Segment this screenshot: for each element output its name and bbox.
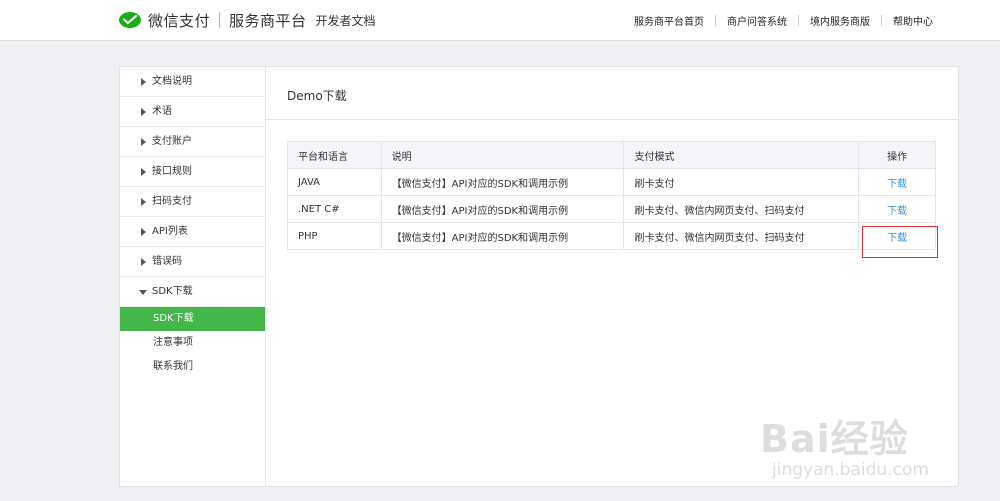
table-row: PHP 【微信支付】API对应的SDK和调用示例 刷卡支付、微信内网页支付、扫码… [287,222,936,250]
cell-platform: .NET C# [287,195,382,223]
sidebar-item-label: 错误码 [152,256,182,267]
sidebar-item-label: API列表 [152,226,188,237]
baidu-watermark: Bai经验 jingyan.baidu.com [760,400,990,495]
page-title: Demo下载 [287,89,347,103]
sidebar-item-doc-intro[interactable]: 文档说明 [120,67,265,97]
sidebar-item-label: SDK下载 [152,286,193,297]
caret-right-icon [141,228,146,236]
table-header-row: 平台和语言 说明 支付模式 操作 [287,141,936,169]
table-row: .NET C# 【微信支付】API对应的SDK和调用示例 刷卡支付、微信内网页支… [287,195,936,223]
nav-qa-link[interactable]: 商户问答系统 [716,13,798,28]
sidebar-item-label: 支付账户 [152,136,192,147]
wechat-pay-logo[interactable]: 微信支付 服务商平台 开发者文档 [118,9,376,31]
col-header-platform: 平台和语言 [287,141,382,169]
cell-action: 下载 [858,195,936,223]
nav-help-link[interactable]: 帮助中心 [882,13,944,28]
table-row: JAVA 【微信支付】API对应的SDK和调用示例 刷卡支付 下载 [287,168,936,196]
caret-right-icon [141,198,146,206]
caret-right-icon [141,138,146,146]
title-divider [266,119,958,120]
top-nav: 服务商平台首页 商户问答系统 境内服务商版 帮助中心 [623,13,944,28]
caret-right-icon [141,78,146,86]
download-link-java[interactable]: 下载 [887,179,907,190]
col-header-action: 操作 [858,141,936,169]
cell-mode: 刷卡支付 [623,168,860,196]
brand-name: 微信支付 [148,11,211,30]
cell-desc: 【微信支付】API对应的SDK和调用示例 [380,222,625,250]
sidebar-item-pay-account[interactable]: 支付账户 [120,127,265,157]
sidebar: 文档说明 术语 支付账户 接口规则 扫码支付 API列表 错误码 SDK下载 S… [120,67,266,486]
cell-platform: JAVA [287,168,382,196]
top-header: 微信支付 服务商平台 开发者文档 服务商平台首页 商户问答系统 境内服务商版 帮… [0,0,1000,41]
sidebar-subitem-contact[interactable]: 联系我们 [120,355,265,379]
caret-down-icon [139,290,147,295]
sidebar-item-error-codes[interactable]: 错误码 [120,247,265,277]
sidebar-item-label: 接口规则 [152,166,192,177]
sidebar-subitem-notes[interactable]: 注意事项 [120,331,265,355]
cell-platform: PHP [287,222,382,250]
cell-desc: 【微信支付】API对应的SDK和调用示例 [380,168,625,196]
sidebar-item-api-list[interactable]: API列表 [120,217,265,247]
nav-home-link[interactable]: 服务商平台首页 [623,13,715,28]
caret-right-icon [141,258,146,266]
sidebar-item-label: 扫码支付 [152,196,192,207]
logo-divider [219,12,221,28]
wechat-logo-icon [119,12,141,28]
cell-desc: 【微信支付】API对应的SDK和调用示例 [380,195,625,223]
docs-label: 开发者文档 [315,13,376,28]
download-link-dotnet[interactable]: 下载 [887,206,907,217]
cell-mode: 刷卡支付、微信内网页支付、扫码支付 [623,222,860,250]
demo-download-table: 平台和语言 说明 支付模式 操作 JAVA 【微信支付】API对应的SDK和调用… [287,141,936,250]
col-header-desc: 说明 [380,141,625,169]
watermark-url: jingyan.baidu.com [772,460,929,480]
sidebar-item-api-rules[interactable]: 接口规则 [120,157,265,187]
col-header-mode: 支付模式 [623,141,860,169]
sidebar-item-scan-pay[interactable]: 扫码支付 [120,187,265,217]
cell-mode: 刷卡支付、微信内网页支付、扫码支付 [623,195,860,223]
sidebar-item-terms[interactable]: 术语 [120,97,265,127]
cell-action: 下载 [858,168,936,196]
watermark-text: Bai经验 [760,417,909,461]
caret-right-icon [141,168,146,176]
nav-domestic-link[interactable]: 境内服务商版 [799,13,881,28]
sidebar-item-label: 术语 [152,106,172,117]
caret-right-icon [141,108,146,116]
sidebar-item-sdk-download[interactable]: SDK下载 [120,277,265,307]
sidebar-subitem-sdk-download[interactable]: SDK下载 [120,307,265,331]
sidebar-item-label: 文档说明 [152,76,192,87]
highlight-box [862,226,938,258]
platform-name: 服务商平台 [229,11,307,30]
